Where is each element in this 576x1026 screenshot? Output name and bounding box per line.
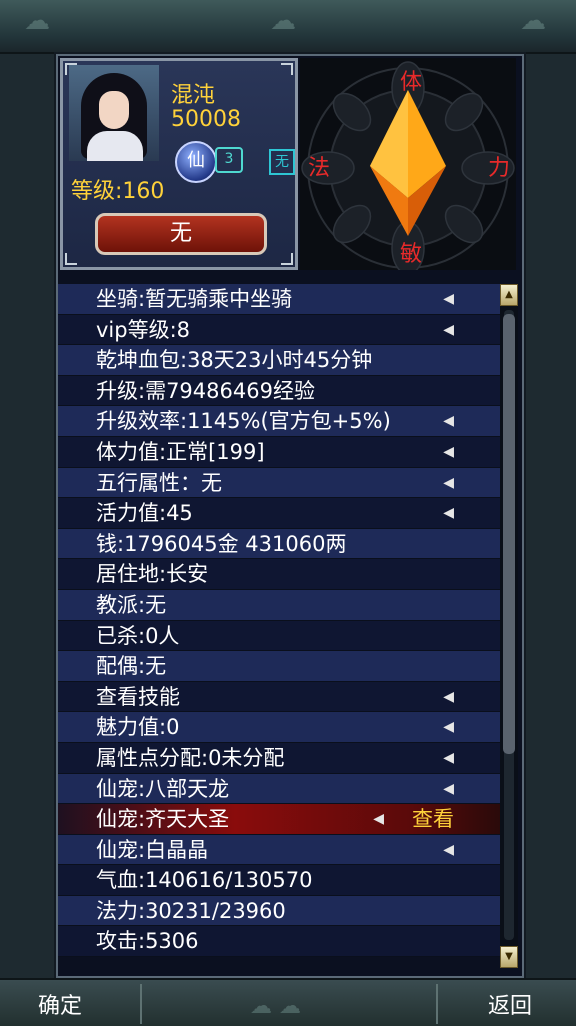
attribute-row-text: 配偶:无 [96,654,167,679]
divider [140,984,142,1024]
title-button[interactable]: 无 [95,213,267,255]
attribute-row[interactable]: 攻击:5306 [58,926,500,958]
scroll-thumb[interactable] [503,314,515,754]
bottom-bar: 确定 ☁ ☁ 返回 [0,978,576,1026]
attribute-row[interactable]: 五行属性：无 ◀ [58,467,500,499]
left-arrow-icon[interactable]: ◀ [443,284,454,314]
attribute-row[interactable]: 体力值:正常[199] ◀ [58,436,500,468]
attribute-row[interactable]: 已杀:0人 [58,620,500,652]
attribute-row[interactable]: 气血:140616/130570 [58,865,500,896]
corner-ornament [65,253,77,265]
character-level: 等级:160 [71,179,165,204]
attribute-row-text: 教派:无 [96,592,167,617]
attribute-row-text: 居住地:长安 [96,562,209,587]
cloud-ornament-icon: ☁ [24,6,50,36]
attribute-row-text: 乾坤血包:38天23小时45分钟 [96,348,373,373]
left-arrow-icon[interactable]: ◀ [443,468,454,498]
attribute-row[interactable]: 居住地:长安 [58,559,500,590]
cloud-ornament-icon: ☁ [270,6,296,36]
attribute-row[interactable]: 坐骑:暂无骑乘中坐骑 ◀ [58,284,500,315]
attribute-row-text: 属性点分配:0未分配 [96,745,285,770]
attribute-row[interactable]: 配偶:无 [58,651,500,682]
left-arrow-icon[interactable]: ◀ [443,743,454,773]
divider [436,984,438,1024]
attribute-row[interactable]: 仙宠:齐天大圣 ◀ 查看 [58,804,500,835]
left-arrow-icon[interactable]: ◀ [443,712,454,742]
attribute-row-text: 坐骑:暂无骑乘中坐骑 [96,287,293,311]
attribute-row-text: 查看技能 [96,684,180,709]
avatar-robe [87,131,143,161]
attribute-row-text: 钱:1796045金 431060两 [96,531,347,556]
portrait-panel: 混沌 50008 仙 3 无 等级:160 无 [60,58,298,270]
corner-ornament [281,63,293,75]
attribute-row[interactable]: 法力:30231/23960 [58,895,500,927]
attribute-row-text: 气血:140616/130570 [96,868,313,893]
cloud-ornament-icon: ☁ [520,6,546,36]
attribute-compass: 体 法 力 敏 [300,58,516,270]
attribute-row-text: 攻击:5306 [96,929,199,954]
confirm-button[interactable]: 确定 [38,988,82,1020]
rank-badge-icon: 3 [215,147,243,173]
attribute-row[interactable]: 魅力值:0 ◀ [58,712,500,743]
attribute-row-text: 活力值:45 [96,501,193,526]
attribute-row[interactable]: 活力值:45 ◀ [58,498,500,529]
corner-ornament [281,253,293,265]
attribute-row[interactable]: 升级:需79486469经验 [58,375,500,407]
attribute-row-text: 五行属性：无 [96,470,222,495]
attribute-row-text: 仙宠:白晶晶 [96,837,209,862]
left-arrow-icon[interactable]: ◀ [443,315,454,345]
attribute-row[interactable]: 查看技能 ◀ [58,681,500,713]
attribute-row[interactable]: 乾坤血包:38天23小时45分钟 [58,345,500,376]
left-arrow-icon[interactable]: ◀ [443,835,454,865]
list-scrollbar[interactable]: ▲ ▼ [500,284,518,968]
avatar-face [99,91,129,129]
attribute-row[interactable]: 教派:无 [58,589,500,621]
left-arrow-icon[interactable]: ◀ [443,498,454,528]
compass-label-bottom: 敏 [400,242,423,267]
attribute-row[interactable]: 钱:1796045金 431060两 [58,528,500,560]
attribute-row[interactable]: 仙宠:白晶晶 ◀ [58,834,500,866]
character-avatar[interactable] [69,65,159,161]
attribute-row-text: 法力:30231/23960 [96,898,286,923]
top-ornament-band: ☁ ☁ ☁ [0,0,576,54]
back-button[interactable]: 返回 [488,988,532,1020]
left-arrow-icon[interactable]: ◀ [443,682,454,712]
attribute-row-text: 已杀:0人 [96,623,180,648]
compass-label-right: 力 [488,156,511,181]
attribute-row-text: 仙宠:八部天龙 [96,776,230,801]
scroll-down-icon[interactable]: ▼ [500,946,518,968]
left-arrow-icon[interactable]: ◀ [443,774,454,804]
compass-label-left: 法 [308,156,331,181]
attribute-row-text: 魅力值:0 [96,715,180,740]
scroll-up-icon[interactable]: ▲ [500,284,518,306]
view-button[interactable]: 查看 [412,804,454,834]
cloud-ornament-icon: ☁ ☁ [250,994,301,1019]
attribute-row[interactable]: 属性点分配:0未分配 ◀ [58,742,500,774]
attribute-row-text: 升级效率:1145%(官方包+5%) [96,409,391,434]
attribute-list: 坐骑:暂无骑乘中坐骑 ◀ vip等级:8 ◀ 乾坤血包:38天23小时45分钟 升级:需7… [58,284,500,958]
attribute-row-text: vip等级:8 [96,317,191,342]
character-id: 50008 [171,107,241,132]
character-name: 混沌 [171,83,216,108]
attribute-row-text: 升级:需79486469经验 [96,378,315,403]
element-badge-icon: 无 [269,149,295,175]
left-arrow-icon[interactable]: ◀ [373,804,384,834]
attribute-row[interactable]: 升级效率:1145%(官方包+5%) ◀ [58,406,500,437]
attribute-row-text: 体力值:正常[199] [96,439,265,464]
compass-label-top: 体 [400,70,423,95]
xian-badge-icon[interactable]: 仙 [175,141,217,183]
attribute-row[interactable]: vip等级:8 ◀ [58,314,500,346]
attribute-row-text: 仙宠:齐天大圣 [96,807,230,832]
left-arrow-icon[interactable]: ◀ [443,406,454,436]
attribute-row[interactable]: 仙宠:八部天龙 ◀ [58,773,500,805]
left-arrow-icon[interactable]: ◀ [443,437,454,467]
